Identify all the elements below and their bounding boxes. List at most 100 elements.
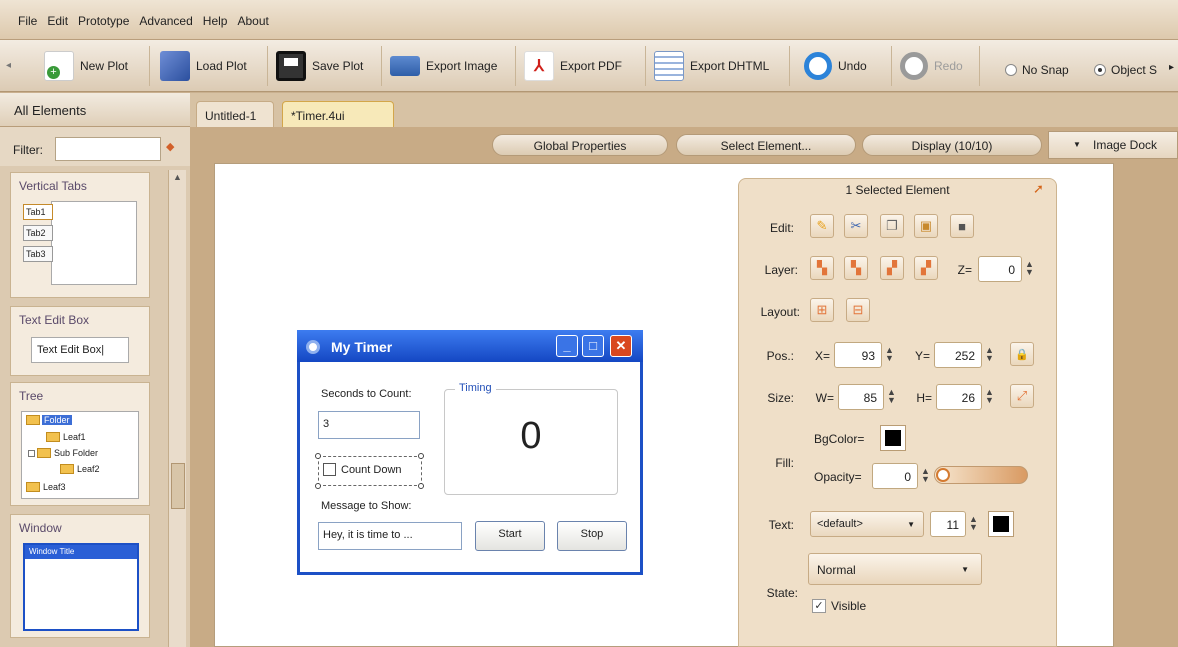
- no-snap-radio[interactable]: No Snap: [1005, 63, 1069, 77]
- pos-label: Pos.:: [766, 349, 794, 363]
- w-label: W=: [815, 391, 834, 405]
- vtab-1: Tab1: [23, 204, 53, 220]
- z-label: Z=: [957, 263, 972, 277]
- vtab-2: Tab2: [23, 225, 53, 241]
- ungroup-icon[interactable]: ⊟: [846, 298, 870, 322]
- toolbar-scroll-right-icon[interactable]: ▸: [1169, 62, 1174, 73]
- selection-handle[interactable]: [418, 453, 424, 459]
- bgcolor-swatch[interactable]: [880, 425, 906, 451]
- seconds-input[interactable]: 3: [318, 411, 420, 439]
- send-to-back-icon[interactable]: ▞: [914, 256, 938, 280]
- font-size-input[interactable]: 11: [930, 511, 966, 537]
- x-input[interactable]: 93: [834, 342, 882, 368]
- export-dhtml-button[interactable]: Export DHTML: [650, 46, 790, 86]
- export-pdf-button[interactable]: ⅄ Export PDF: [520, 46, 646, 86]
- maximize-icon[interactable]: □: [582, 335, 604, 357]
- visible-checkbox[interactable]: ✓ Visible: [812, 599, 866, 613]
- lock-icon[interactable]: 🔒: [1010, 342, 1034, 366]
- scroll-up-icon[interactable]: ▲: [173, 172, 182, 182]
- bring-to-front-icon[interactable]: ▚: [810, 256, 834, 280]
- menu-help[interactable]: Help: [198, 0, 233, 28]
- text-color-swatch[interactable]: [988, 511, 1014, 537]
- count-down-checkbox[interactable]: Count Down: [323, 463, 402, 476]
- global-properties-button[interactable]: Global Properties: [492, 134, 668, 156]
- font-size-spinner-icon[interactable]: ▲ ▼: [969, 515, 978, 532]
- tab-timer-4ui[interactable]: *Timer.4ui: [282, 101, 394, 127]
- new-plot-button[interactable]: + New Plot: [40, 46, 150, 86]
- palette-window[interactable]: Window Window Title: [10, 514, 150, 638]
- tree-preview: Folder Leaf1 Sub Folder Leaf2 Leaf3: [21, 411, 139, 499]
- filter-clear-icon[interactable]: ◆: [166, 140, 180, 158]
- palette-tree[interactable]: Tree Folder Leaf1 Sub Folder Leaf2 Leaf3: [10, 382, 150, 506]
- menu-file[interactable]: File: [0, 0, 42, 28]
- font-select-value: <default>: [817, 518, 863, 530]
- scrollbar-thumb[interactable]: [171, 463, 185, 509]
- redo-button[interactable]: Redo: [896, 46, 980, 86]
- window-preview-title: Window Title: [25, 545, 137, 559]
- palette-text-edit-box[interactable]: Text Edit Box Text Edit Box|: [10, 306, 150, 376]
- send-backward-icon[interactable]: ▞: [880, 256, 904, 280]
- menu-about[interactable]: About: [232, 0, 273, 28]
- fit-size-icon[interactable]: ⤢: [1010, 384, 1034, 408]
- folder-icon: [37, 448, 51, 458]
- selection-handle[interactable]: [315, 453, 321, 459]
- cut-icon[interactable]: ✂: [844, 214, 868, 238]
- opacity-input[interactable]: 0: [872, 463, 918, 489]
- select-element-button[interactable]: Select Element...: [676, 134, 856, 156]
- opacity-spinner-icon[interactable]: ▲ ▼: [921, 467, 930, 484]
- tab-untitled-1[interactable]: Untitled-1: [196, 101, 274, 127]
- w-spinner-icon[interactable]: ▲ ▼: [887, 388, 896, 405]
- visible-label: Visible: [831, 599, 867, 613]
- close-icon[interactable]: ✕: [610, 335, 632, 357]
- save-plot-button[interactable]: Save Plot: [272, 46, 382, 86]
- menu-advanced[interactable]: Advanced: [134, 0, 197, 28]
- left-panel-scrollbar[interactable]: ▲: [168, 170, 186, 647]
- filter-input[interactable]: [55, 137, 161, 161]
- message-input[interactable]: Hey, it is time to ...: [318, 522, 462, 550]
- delete-icon[interactable]: ■: [950, 214, 974, 238]
- opacity-slider-thumb[interactable]: [936, 468, 950, 482]
- h-spinner-icon[interactable]: ▲ ▼: [985, 388, 994, 405]
- image-dock-tab[interactable]: ▼ Image Dock: [1048, 131, 1178, 159]
- no-snap-radio-dot: [1005, 64, 1017, 76]
- group-icon[interactable]: ⊞: [810, 298, 834, 322]
- y-spinner-icon[interactable]: ▲ ▼: [985, 346, 994, 363]
- vtab-3: Tab3: [23, 246, 53, 262]
- folder-icon: [46, 432, 60, 442]
- load-plot-button[interactable]: Load Plot: [156, 46, 268, 86]
- selection-handle[interactable]: [418, 483, 424, 489]
- undo-button[interactable]: Undo: [800, 46, 892, 86]
- z-input[interactable]: 0: [978, 256, 1022, 282]
- toolbar-scroll-left-icon[interactable]: ◂: [6, 60, 16, 74]
- copy-icon[interactable]: ❐: [880, 214, 904, 238]
- stop-button[interactable]: Stop: [557, 521, 627, 551]
- pin-icon[interactable]: ➚: [1033, 181, 1044, 197]
- menu-edit[interactable]: Edit: [42, 0, 73, 28]
- bring-forward-icon[interactable]: ▚: [844, 256, 868, 280]
- window-app-icon: [306, 340, 320, 354]
- z-spinner-icon[interactable]: ▲ ▼: [1025, 260, 1034, 277]
- font-select[interactable]: <default> ▼: [810, 511, 924, 537]
- menu-prototype[interactable]: Prototype: [73, 0, 134, 28]
- y-input[interactable]: 252: [934, 342, 982, 368]
- tree-node-leaf1: Leaf1: [46, 432, 86, 442]
- dropdown-arrow-icon: ▼: [961, 565, 969, 574]
- x-spinner-icon[interactable]: ▲ ▼: [885, 346, 894, 363]
- undo-label[interactable]: Undo: [838, 59, 867, 73]
- export-image-button[interactable]: Export Image: [386, 46, 516, 86]
- selection-handle[interactable]: [315, 483, 321, 489]
- minimize-icon[interactable]: _: [556, 335, 578, 357]
- w-input[interactable]: 85: [838, 384, 884, 410]
- pencil-icon[interactable]: ✎: [810, 214, 834, 238]
- state-select[interactable]: Normal ▼: [808, 553, 982, 585]
- text-edit-box-sample: Text Edit Box: [37, 344, 102, 356]
- object-snap-radio[interactable]: Object S: [1094, 63, 1168, 77]
- bgcolor-color: [885, 430, 901, 446]
- palette-vertical-tabs[interactable]: Vertical Tabs Tab1 Tab2 Tab3: [10, 172, 150, 298]
- start-button[interactable]: Start: [475, 521, 545, 551]
- seconds-label: Seconds to Count:: [321, 388, 412, 400]
- paste-icon[interactable]: ▣: [914, 214, 938, 238]
- display-button[interactable]: Display (10/10): [862, 134, 1042, 156]
- h-input[interactable]: 26: [936, 384, 982, 410]
- layer-label: Layer:: [764, 263, 798, 277]
